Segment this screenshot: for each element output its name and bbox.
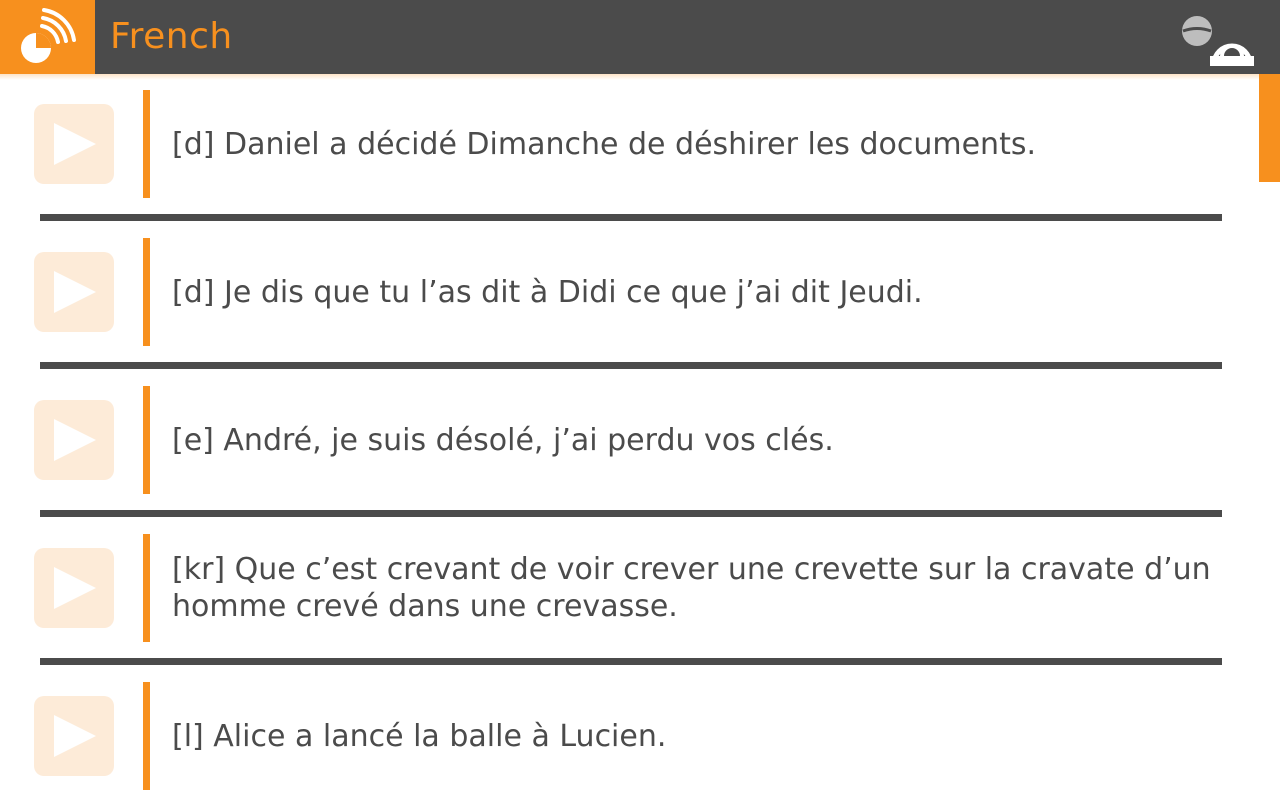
list-item: [d] Daniel a décidé Dimanche de déshirer… (0, 74, 1258, 222)
phrase-list: [d] Daniel a décidé Dimanche de déshirer… (0, 74, 1258, 800)
play-icon (54, 271, 96, 313)
play-button[interactable] (34, 696, 114, 776)
play-icon (54, 419, 96, 461)
list-item: [d] Je dis que tu l’as dit à Didi ce que… (0, 222, 1258, 370)
play-icon (54, 567, 96, 609)
accent-bar (143, 238, 150, 346)
moon-icon[interactable] (1180, 14, 1214, 48)
phrase-text: [kr] Que c’est crevant de voir crever un… (172, 552, 1211, 624)
list-item: [e] André, je suis désolé, j’ai perdu vo… (0, 370, 1258, 518)
phrase-text: [d] Daniel a décidé Dimanche de déshirer… (172, 126, 1036, 162)
play-icon (54, 123, 96, 165)
headset-icon[interactable] (1210, 34, 1254, 66)
play-button[interactable] (34, 548, 114, 628)
top-bar: French (0, 0, 1280, 74)
app-logo-button[interactable] (0, 0, 95, 74)
accent-bar (143, 90, 150, 198)
accent-bar (143, 386, 150, 494)
accent-bar (143, 534, 150, 642)
phrase-text: [e] André, je suis désolé, j’ai perdu vo… (172, 422, 834, 458)
page-title: French (110, 16, 233, 57)
list-item: [kr] Que c’est crevant de voir crever un… (0, 518, 1258, 666)
divider (40, 362, 1222, 369)
divider (40, 658, 1222, 665)
header-actions (1180, 10, 1260, 70)
phrase-text: [l] Alice a lancé la balle à Lucien. (172, 718, 667, 754)
play-button[interactable] (34, 252, 114, 332)
play-icon (54, 715, 96, 757)
speech-wave-icon (21, 8, 76, 63)
divider (40, 510, 1222, 517)
phrase-text: [d] Je dis que tu l’as dit à Didi ce que… (172, 274, 923, 310)
list-item: [l] Alice a lancé la balle à Lucien. (0, 666, 1258, 800)
play-button[interactable] (34, 400, 114, 480)
scrollbar-thumb[interactable] (1259, 74, 1280, 182)
accent-bar (143, 682, 150, 790)
app-window: French [d] Daniel a décidé Dimanche de d… (0, 0, 1280, 800)
divider (40, 214, 1222, 221)
play-button[interactable] (34, 104, 114, 184)
